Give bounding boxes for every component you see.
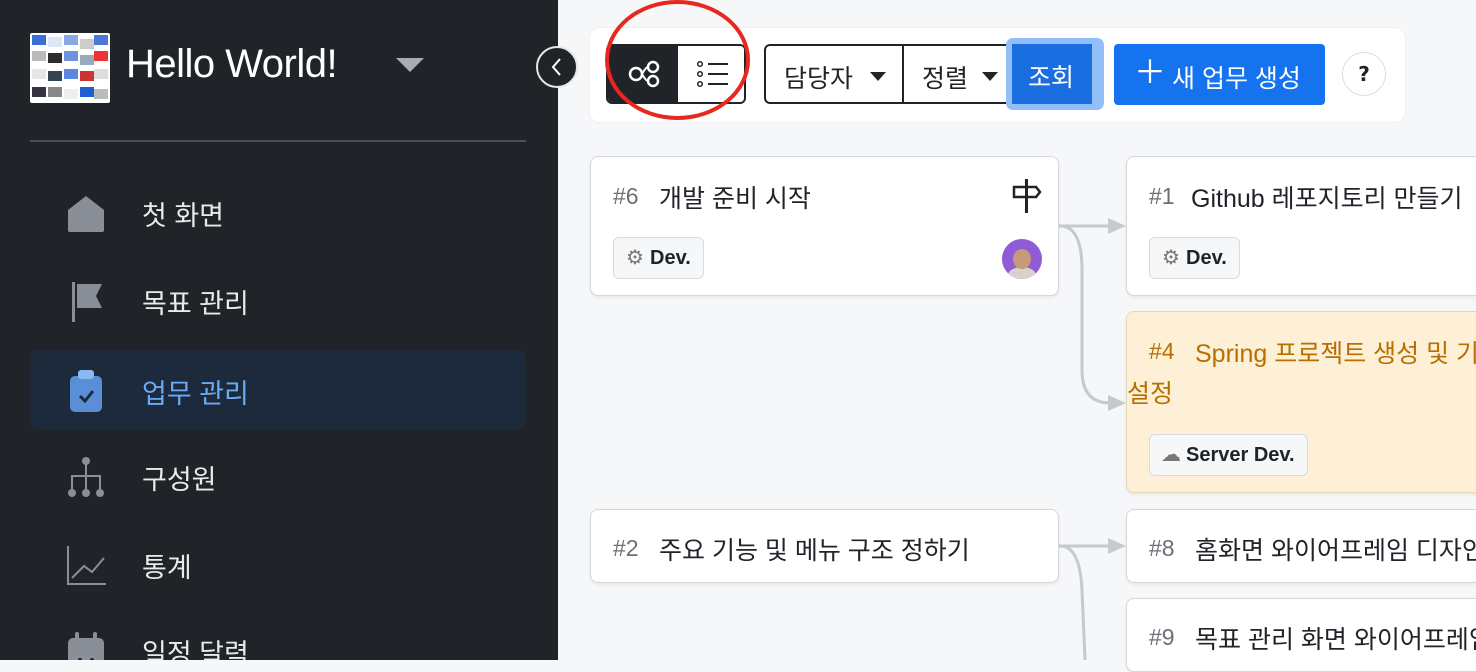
sidebar-item-label: 업무 관리 (142, 379, 249, 409)
workspace-logo[interactable] (30, 33, 110, 103)
search-label: 조회 (1028, 64, 1075, 92)
task-number: #4 (1149, 338, 1175, 364)
task-number: #9 (1149, 624, 1175, 650)
new-task-button[interactable]: ＋ 새 업무 생성 (1114, 44, 1325, 105)
flow-view-icon (628, 60, 660, 88)
sidebar-item-label: 첫 화면 (142, 201, 225, 231)
task-number: #2 (613, 535, 639, 561)
sidebar-item-tasks[interactable]: 업무 관리 (30, 350, 526, 430)
task-number: #8 (1149, 535, 1175, 561)
sidebar: Hello World! 첫 화면 목표 관리 업무 관리 구성원 통계 일정 … (0, 0, 558, 660)
task-card-6[interactable]: #6 개발 준비 시작 ⚙ Dev. (590, 156, 1059, 296)
line-chart-icon (67, 546, 106, 585)
workspace-title[interactable]: Hello World! (126, 42, 338, 87)
task-card-4[interactable]: #4 Spring 프로젝트 생성 및 기 설정 ☁ Server Dev. (1126, 311, 1476, 493)
filter-group: 담당자 정렬 조회 (764, 38, 1104, 110)
task-number: #1 (1149, 183, 1175, 209)
assignee-label: 담당자 (784, 65, 854, 93)
cloud-icon: ☁ (1161, 444, 1181, 466)
sidebar-item-label: 구성원 (142, 465, 217, 495)
task-card-1[interactable]: #1 Github 레포지토리 만들기 ⚙ Dev. (1126, 156, 1476, 296)
category-tag[interactable]: ⚙ Dev. (1149, 237, 1240, 279)
chevron-down-icon (982, 72, 998, 81)
task-title: 주요 기능 및 메뉴 구조 정하기 (659, 537, 970, 565)
chevron-down-icon[interactable] (396, 58, 424, 72)
list-view-button[interactable] (678, 46, 744, 102)
assignee-avatar[interactable] (1002, 239, 1042, 279)
milestone-signpost-icon (1012, 179, 1042, 213)
chevron-down-icon (870, 72, 886, 81)
category-tag[interactable]: ☁ Server Dev. (1149, 434, 1308, 476)
sort-label: 정렬 (922, 65, 969, 93)
task-card-2[interactable]: #2 주요 기능 및 메뉴 구조 정하기 (590, 509, 1059, 583)
sidebar-item-calendar[interactable]: 일정 달력 (30, 610, 526, 660)
task-title-line2: 설정 (1127, 380, 1174, 408)
task-title: Spring 프로젝트 생성 및 기 (1195, 340, 1476, 368)
task-title: 개발 준비 시작 (659, 185, 811, 213)
sidebar-item-label: 일정 달력 (142, 639, 249, 660)
plus-icon: ＋ (1134, 53, 1167, 91)
help-button[interactable]: ? (1342, 52, 1386, 96)
collapse-sidebar-button[interactable] (536, 46, 578, 88)
flow-view-button[interactable] (608, 46, 678, 102)
gear-icon: ⚙ (1162, 247, 1180, 269)
sidebar-item-label: 목표 관리 (142, 289, 249, 319)
sort-dropdown[interactable]: 정렬 (904, 46, 1008, 102)
clipboard-check-icon (70, 370, 102, 412)
view-mode-toggle (606, 44, 746, 104)
sidebar-item-home[interactable]: 첫 화면 (30, 172, 526, 252)
new-task-label: 새 업무 생성 (1172, 65, 1301, 93)
task-title: 목표 관리 화면 와이어프레임 (1195, 626, 1476, 654)
assignee-dropdown[interactable]: 담당자 (766, 46, 904, 102)
flag-icon (72, 282, 102, 322)
task-title: Github 레포지토리 만들기 (1191, 185, 1463, 213)
sidebar-divider (30, 140, 526, 142)
task-number: #6 (613, 183, 639, 209)
task-toolbar: 담당자 정렬 조회 ＋ 새 업무 생성 ? (590, 28, 1405, 122)
task-card-9[interactable]: #9 목표 관리 화면 와이어프레임 (1126, 598, 1476, 672)
sidebar-item-members[interactable]: 구성원 (30, 436, 526, 516)
gear-icon: ⚙ (626, 247, 644, 269)
chevron-left-icon (551, 58, 561, 76)
category-tag[interactable]: ⚙ Dev. (613, 237, 704, 279)
search-button[interactable]: 조회 (1006, 38, 1104, 110)
sidebar-item-label: 통계 (142, 553, 192, 583)
calendar-icon (68, 632, 104, 660)
sidebar-item-stats[interactable]: 통계 (30, 524, 526, 604)
home-icon (68, 196, 104, 232)
sidebar-item-goals[interactable]: 목표 관리 (30, 260, 526, 340)
task-title: 홈화면 와이어프레임 디자인 (1195, 537, 1476, 565)
list-view-icon (696, 60, 728, 88)
task-card-8[interactable]: #8 홈화면 와이어프레임 디자인 (1126, 509, 1476, 583)
org-chart-icon (68, 457, 104, 497)
